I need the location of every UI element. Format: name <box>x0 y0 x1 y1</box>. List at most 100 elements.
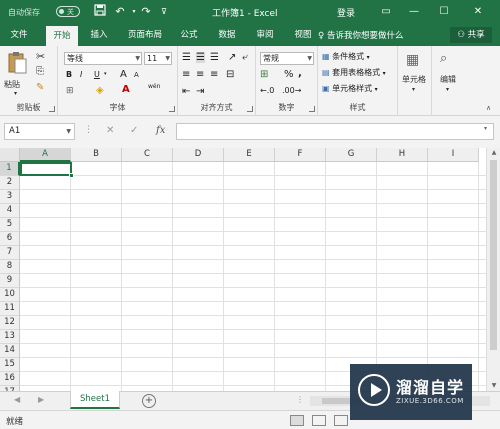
alignment-launcher-icon[interactable] <box>247 106 253 112</box>
number-format-select[interactable]: 常规 ▼ <box>260 52 314 65</box>
sheet-next-icon[interactable]: ▶ <box>38 395 44 404</box>
row-header[interactable]: 7 <box>0 246 20 260</box>
font-name-select[interactable]: 等线 ▼ <box>64 52 142 65</box>
borders-icon[interactable]: ⊞ <box>66 86 74 96</box>
italic-button[interactable]: I <box>80 70 82 79</box>
increase-decimal-icon[interactable]: ←.0 <box>260 86 274 95</box>
enter-icon[interactable]: ✓ <box>130 125 138 136</box>
tab-formulas[interactable]: 公式 <box>174 24 204 46</box>
paste-dropdown-icon[interactable]: ▾ <box>14 90 17 97</box>
row-header[interactable]: 8 <box>0 260 20 274</box>
tab-data[interactable]: 数据 <box>212 24 242 46</box>
copy-icon[interactable]: ⎘ <box>36 66 44 77</box>
row-header[interactable]: 5 <box>0 218 20 232</box>
row-header[interactable]: 3 <box>0 190 20 204</box>
select-all-corner[interactable] <box>0 148 20 162</box>
sheet-tab-sheet1[interactable]: Sheet1 <box>70 391 120 409</box>
tab-split-grip-icon[interactable]: ⋮ <box>296 395 304 404</box>
column-header[interactable]: C <box>122 148 173 162</box>
close-icon[interactable]: ✕ <box>466 0 490 24</box>
expand-formula-bar-icon[interactable]: ▾ <box>484 125 487 132</box>
ribbon-display-icon[interactable]: ▭ <box>374 0 398 24</box>
page-break-view-icon[interactable] <box>334 415 348 426</box>
font-size-select[interactable]: 11 ▼ <box>144 52 172 65</box>
scroll-up-icon[interactable]: ▲ <box>487 148 500 158</box>
conditional-formatting-button[interactable]: ▦ 条件格式 ▾ <box>322 51 370 62</box>
tab-insert[interactable]: 插入 <box>84 24 114 46</box>
comma-button[interactable]: , <box>298 68 302 79</box>
column-header[interactable]: H <box>377 148 428 162</box>
font-color-button[interactable]: A <box>122 84 130 95</box>
tell-me-search[interactable]: ♀ 告诉我你想要做什么 <box>318 29 403 41</box>
cell-styles-button[interactable]: ▣ 单元格样式 ▾ <box>322 83 378 94</box>
format-painter-icon[interactable]: ✎ <box>36 82 44 93</box>
shrink-font-button[interactable]: A <box>134 71 139 79</box>
wrap-text-icon[interactable]: ⤶ <box>242 52 248 63</box>
number-launcher-icon[interactable] <box>309 106 315 112</box>
decrease-indent-icon[interactable]: ⇤ <box>182 86 190 97</box>
grow-font-button[interactable]: A <box>120 69 127 80</box>
decrease-decimal-icon[interactable]: .00→ <box>282 86 301 95</box>
row-header[interactable]: 1 <box>0 162 20 176</box>
column-header[interactable]: I <box>428 148 479 162</box>
insert-function-icon[interactable]: fx <box>156 125 165 136</box>
normal-view-icon[interactable] <box>290 415 304 426</box>
login-link[interactable]: 登录 <box>337 6 355 19</box>
row-header[interactable]: 13 <box>0 330 20 344</box>
redo-icon[interactable]: ↷ <box>138 4 154 20</box>
minimize-icon[interactable]: — <box>402 0 426 24</box>
vertical-scroll-thumb[interactable] <box>490 160 497 350</box>
currency-icon[interactable]: ⊞ <box>260 69 268 80</box>
cut-icon[interactable]: ✂ <box>36 50 45 63</box>
cells-group[interactable]: ▦ 单元格 ▾ <box>398 46 432 116</box>
clipboard-launcher-icon[interactable] <box>49 106 55 112</box>
align-middle-icon[interactable]: ☰ <box>196 52 205 63</box>
name-box[interactable]: A1 ▼ <box>4 123 75 140</box>
cancel-icon[interactable]: ✕ <box>106 125 114 136</box>
formula-input[interactable] <box>176 123 494 140</box>
worksheet-grid[interactable]: ABCDEFGHI1234567891011121314151617 <box>0 148 486 391</box>
fill-handle[interactable] <box>69 173 74 178</box>
add-sheet-button[interactable]: + <box>142 394 156 408</box>
tab-page-layout[interactable]: 页面布局 <box>122 24 168 46</box>
row-header[interactable]: 15 <box>0 358 20 372</box>
save-icon[interactable] <box>92 4 108 20</box>
align-center-icon[interactable]: ≡ <box>196 69 204 80</box>
customize-qat-icon[interactable]: ⊽ <box>156 4 172 20</box>
row-header[interactable]: 9 <box>0 274 20 288</box>
row-header[interactable]: 14 <box>0 344 20 358</box>
align-right-icon[interactable]: ≡ <box>210 69 218 80</box>
autosave-toggle[interactable]: 关 <box>56 6 80 17</box>
column-header[interactable]: E <box>224 148 275 162</box>
merge-center-icon[interactable]: ⊟ <box>226 69 234 80</box>
column-header[interactable]: F <box>275 148 326 162</box>
font-launcher-icon[interactable] <box>169 106 175 112</box>
column-header[interactable]: D <box>173 148 224 162</box>
row-header[interactable]: 12 <box>0 316 20 330</box>
align-left-icon[interactable]: ≡ <box>182 69 190 80</box>
tab-home[interactable]: 开始 <box>46 26 78 46</box>
phonetic-guide-button[interactable]: wén <box>148 83 160 90</box>
underline-button[interactable]: U <box>94 70 100 79</box>
align-top-icon[interactable]: ☰ <box>182 52 191 63</box>
row-header[interactable]: 4 <box>0 204 20 218</box>
tab-file[interactable]: 文件 <box>4 24 34 46</box>
orientation-icon[interactable]: ↗ <box>228 52 236 63</box>
row-header[interactable]: 10 <box>0 288 20 302</box>
editing-group[interactable]: ⌕ 编辑 ▾ <box>432 46 466 116</box>
row-header[interactable]: 11 <box>0 302 20 316</box>
bold-button[interactable]: B <box>66 70 72 79</box>
column-header[interactable]: A <box>20 148 71 162</box>
active-cell-a1[interactable] <box>20 162 74 178</box>
row-header[interactable]: 16 <box>0 372 20 386</box>
underline-dropdown-icon[interactable]: ▾ <box>104 71 107 77</box>
percent-button[interactable]: % <box>284 69 294 80</box>
align-bottom-icon[interactable]: ☰ <box>210 52 219 63</box>
row-header[interactable]: 6 <box>0 232 20 246</box>
row-header[interactable]: 2 <box>0 176 20 190</box>
fill-color-icon[interactable]: ◈ <box>96 85 104 96</box>
column-header[interactable]: B <box>71 148 122 162</box>
collapse-ribbon-icon[interactable]: ∧ <box>486 104 491 112</box>
restore-icon[interactable]: ☐ <box>432 0 456 24</box>
tab-view[interactable]: 视图 <box>288 24 318 46</box>
